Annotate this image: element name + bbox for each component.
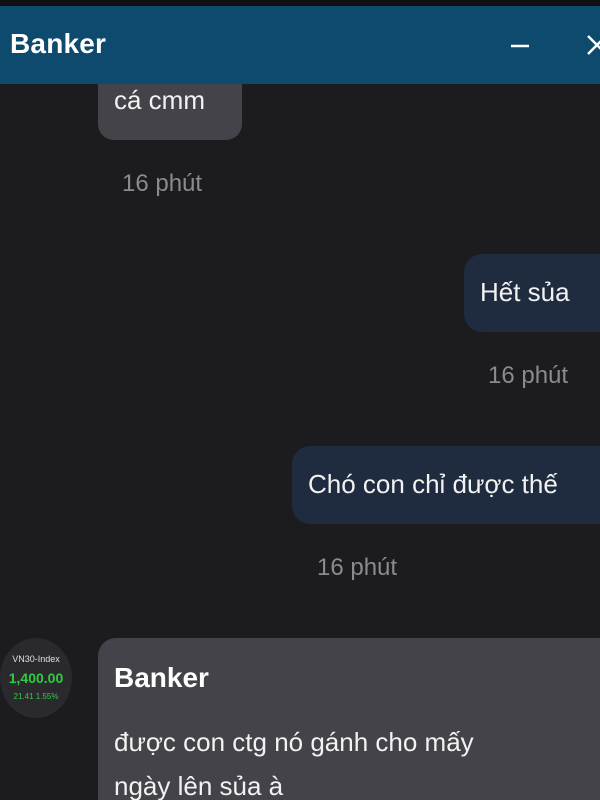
message-timestamp: 16 phút (488, 362, 569, 389)
message-thread[interactable]: cá cmm 16 phút Hết sủa 16 phút Chó con c… (0, 84, 600, 800)
message-timestamp: 16 phút (317, 554, 398, 581)
message-bubble-incoming[interactable]: Banker được con ctg nó gánh cho mấy ngày… (98, 638, 600, 800)
avatar-index-change: 21.41 1.55% (13, 692, 59, 701)
minimize-button[interactable] (500, 26, 540, 66)
message-text: cá cmm (114, 85, 205, 115)
avatar-index-price: 1,400.00 (8, 670, 64, 686)
message-bubble-incoming[interactable]: cá cmm (98, 84, 242, 140)
message-text: được con ctg nó gánh cho mấy ngày lên sủ… (114, 727, 474, 800)
message-bubble-outgoing[interactable]: Chó con chỉ được thế (292, 446, 600, 524)
chat-title: Banker (10, 28, 107, 59)
chat-header: Banker (0, 6, 600, 84)
message-sender-name: Banker (114, 662, 209, 693)
message-text: Hết sủa (480, 277, 570, 307)
minimize-icon (511, 44, 529, 48)
message-text: Chó con chỉ được thế (308, 469, 558, 499)
message-timestamp: 16 phút (122, 170, 203, 197)
sender-avatar[interactable]: VN30-Index 1,400.00 21.41 1.55% (0, 638, 72, 718)
close-button[interactable] (578, 26, 600, 66)
avatar-index-name: VN30-Index (12, 654, 60, 664)
close-icon (587, 35, 600, 55)
message-bubble-outgoing[interactable]: Hết sủa (464, 254, 600, 332)
